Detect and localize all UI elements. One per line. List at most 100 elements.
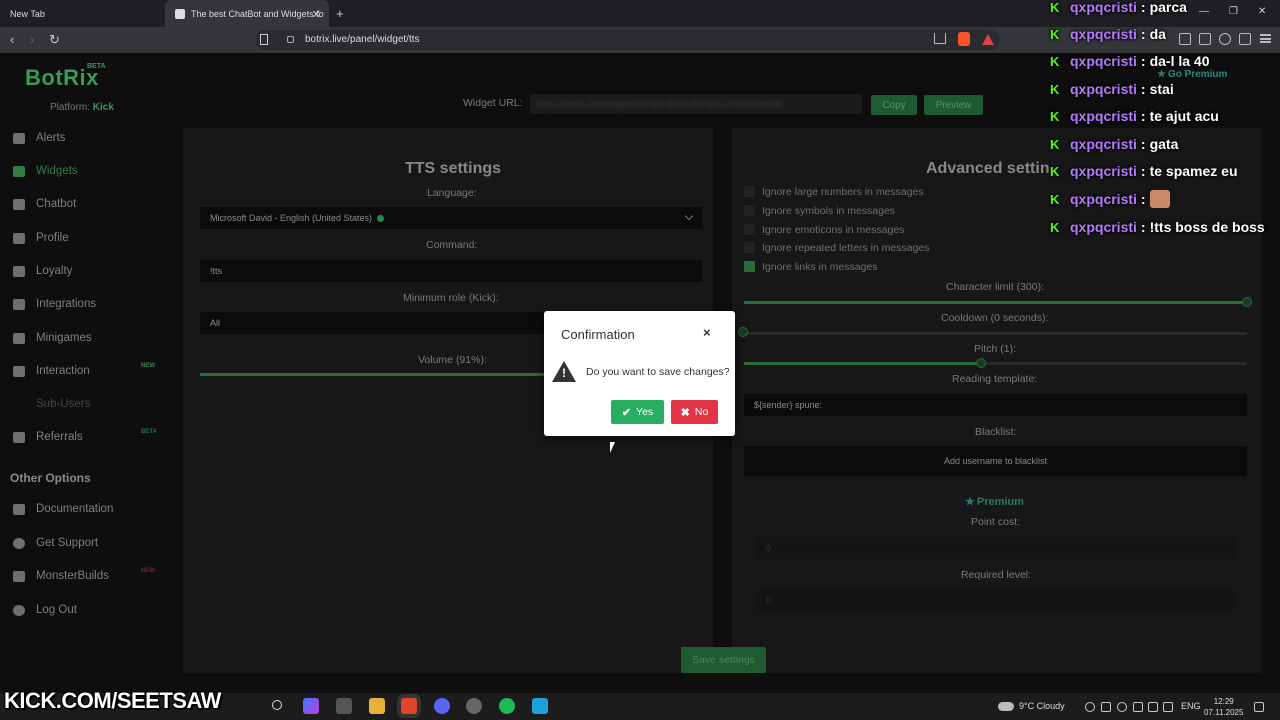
volume-icon[interactable] — [1163, 702, 1173, 712]
copy-button[interactable]: Copy — [871, 95, 917, 115]
checkbox[interactable] — [744, 242, 755, 253]
option-label: Ignore symbols in messages — [762, 204, 896, 217]
no-label: No — [694, 406, 709, 418]
no-button[interactable]: ✖ No — [671, 400, 718, 424]
sidebar-item-widgets[interactable]: Widgets — [13, 161, 78, 181]
tray-app-icon[interactable] — [1101, 702, 1111, 712]
sidebar-item-documentation[interactable]: Documentation — [13, 499, 113, 519]
url-input[interactable]: botrix.live/panel/widget/tts — [255, 30, 1000, 50]
go-premium-link[interactable]: ★ Go Premium — [1157, 69, 1227, 80]
store-icon[interactable] — [336, 698, 352, 714]
minimize-button[interactable]: — — [1199, 6, 1209, 17]
sidebar-item-interaction[interactable]: Interaction — [13, 361, 90, 381]
robot-icon — [13, 198, 25, 210]
option-ignore-links[interactable]: Ignore links in messages — [744, 260, 878, 273]
back-icon[interactable]: ‹ — [10, 32, 14, 47]
sidebar-item-log-out[interactable]: Log Out — [13, 600, 77, 620]
brave-shields-icon[interactable] — [958, 32, 970, 46]
tab-close-icon[interactable]: ✕ — [312, 8, 321, 21]
input-language[interactable]: ENG — [1181, 701, 1201, 711]
close-window-button[interactable]: ✕ — [1258, 6, 1266, 17]
tab-botrix[interactable]: The best ChatBot and Widgets fo ✕ — [165, 0, 329, 27]
checkbox[interactable] — [744, 205, 755, 216]
chat-text: !tts boss de boss — [1149, 219, 1265, 235]
wallet-icon[interactable] — [1199, 33, 1211, 45]
menu-icon[interactable] — [1260, 34, 1271, 43]
spotify-icon[interactable] — [499, 698, 515, 714]
char-limit-slider-knob[interactable] — [1242, 297, 1252, 307]
widget-url-field[interactable]: https://botrix.live/widgets/tts?bid=8d9a… — [530, 94, 862, 114]
sidebar-item-chatbot[interactable]: Chatbot — [13, 194, 76, 214]
chat-message: Kqxpqcristi: — [1050, 190, 1170, 208]
network-icon[interactable] — [1148, 702, 1158, 712]
maximize-button[interactable]: ❐ — [1229, 6, 1238, 17]
vpn-icon[interactable] — [1239, 33, 1251, 45]
site-info-icon[interactable] — [287, 36, 294, 43]
file-explorer-icon[interactable] — [369, 698, 385, 714]
brave-rewards-icon[interactable] — [982, 34, 994, 45]
checkbox[interactable] — [744, 186, 755, 197]
reload-icon[interactable]: ↻ — [49, 32, 60, 48]
brave-taskbar-icon[interactable] — [401, 698, 417, 714]
chat-message: Kqxpqcristi: te spamez eu — [1050, 163, 1238, 179]
cooldown-slider[interactable] — [744, 332, 1247, 335]
pitch-slider-knob[interactable] — [976, 358, 986, 368]
kick-badge-icon: K — [1050, 191, 1060, 207]
weather-text[interactable]: 9°C Cloudy — [1019, 701, 1065, 711]
obs-icon[interactable] — [466, 698, 482, 714]
sidebar-item-integrations[interactable]: Integrations — [13, 294, 96, 314]
sidebar-toggle-icon[interactable] — [1179, 33, 1191, 45]
sidebar-item-label: Referrals — [36, 431, 83, 443]
app-f-icon[interactable] — [532, 698, 548, 714]
tab-new-tab[interactable]: New Tab — [0, 0, 165, 27]
close-icon[interactable]: × — [703, 325, 711, 340]
sidebar-item-label: Sub-Users — [36, 398, 91, 410]
save-settings-button[interactable]: Save settings — [681, 647, 766, 673]
option-label: Ignore links in messages — [762, 260, 878, 273]
sidebar-item-loyalty[interactable]: Loyalty — [13, 261, 72, 281]
system-clock[interactable]: 12:29 07.11.2025 — [1204, 696, 1243, 718]
discord-icon[interactable] — [434, 698, 450, 714]
star-icon: ★ — [965, 496, 975, 508]
required-level-input[interactable]: 0 — [756, 590, 1234, 612]
microphone-icon[interactable] — [1117, 702, 1127, 712]
forward-icon[interactable]: › — [30, 32, 34, 47]
sidebar-item-get-support[interactable]: Get Support — [13, 533, 98, 553]
sidebar-item-monsterbuilds[interactable]: MonsterBuilds — [13, 566, 109, 586]
sidebar-item-label: Alerts — [36, 132, 66, 144]
document-icon — [13, 503, 25, 515]
bookmark-icon[interactable] — [260, 34, 268, 45]
stream-brand-overlay: KICK.COM/SEETSAW — [4, 688, 221, 713]
tray-up-icon[interactable] — [1085, 702, 1095, 712]
copilot-icon[interactable] — [303, 698, 319, 714]
notifications-icon[interactable] — [1254, 702, 1264, 712]
min-role-select[interactable]: All — [200, 312, 544, 334]
point-cost-input[interactable]: 0 — [756, 537, 1234, 559]
share-icon[interactable] — [934, 33, 946, 44]
sidebar-item-sub-users[interactable]: Sub-Users — [13, 394, 90, 414]
checkbox[interactable] — [744, 224, 755, 235]
tray-app2-icon[interactable] — [1133, 702, 1143, 712]
blacklist-input[interactable]: Add username to blacklist — [744, 446, 1247, 476]
cooldown-label: Cooldown (0 seconds): — [941, 312, 1049, 324]
reading-template-input[interactable]: ${sender} spune: — [744, 394, 1247, 416]
command-input[interactable]: !tts — [200, 260, 702, 282]
option-ignore-symbols[interactable]: Ignore symbols in messages — [744, 204, 895, 217]
preview-button[interactable]: Preview — [924, 95, 983, 115]
pitch-slider-fill — [744, 362, 982, 365]
yes-button[interactable]: ✔ Yes — [611, 400, 664, 424]
sidebar-item-minigames[interactable]: Minigames — [13, 328, 92, 348]
language-select[interactable]: Microsoft David - English (United States… — [200, 207, 702, 229]
checkbox-checked[interactable] — [744, 261, 755, 272]
sidebar-item-referrals[interactable]: Referrals — [13, 427, 83, 447]
taskview-icon[interactable] — [272, 700, 282, 710]
sidebar-item-profile[interactable]: Profile — [13, 228, 69, 248]
char-limit-slider[interactable] — [744, 301, 1247, 304]
new-tab-button[interactable]: + — [336, 6, 344, 21]
leo-icon[interactable] — [1219, 33, 1231, 45]
cooldown-slider-knob[interactable] — [738, 327, 748, 337]
sidebar-item-alerts[interactable]: Alerts — [13, 128, 65, 148]
option-ignore-large-numbers[interactable]: Ignore large numbers in messages — [744, 185, 924, 198]
option-ignore-emoticons[interactable]: Ignore emoticons in messages — [744, 223, 904, 236]
option-ignore-repeated-letters[interactable]: Ignore repeated letters in messages — [744, 241, 930, 254]
